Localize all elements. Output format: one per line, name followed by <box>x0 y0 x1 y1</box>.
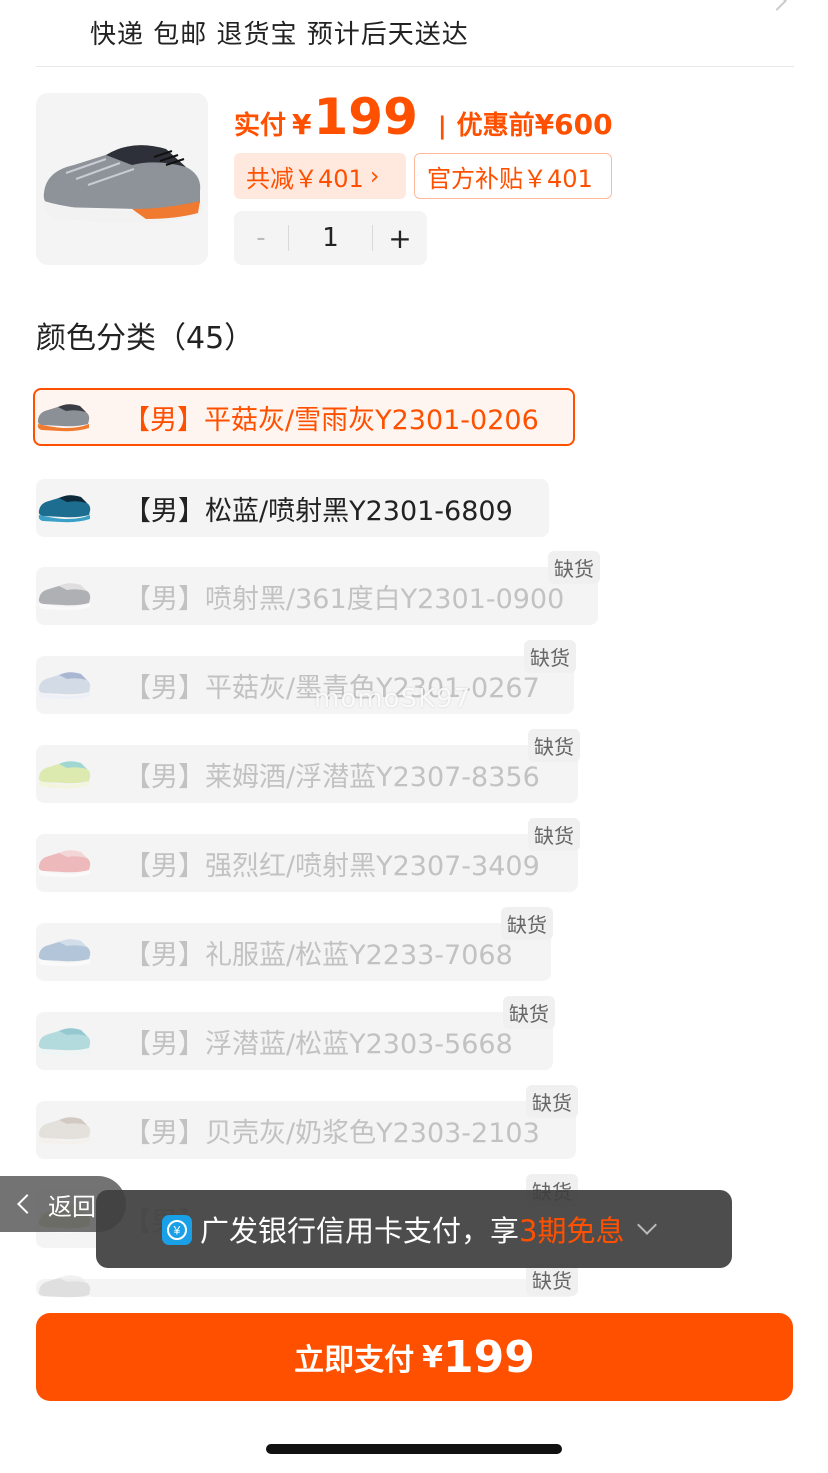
price-separator: | <box>437 112 447 140</box>
discount-tag[interactable]: 共减￥401 › <box>234 153 406 199</box>
divider <box>36 66 794 67</box>
shoe-thumbnail-icon <box>36 656 92 714</box>
original-price: ¥600 <box>534 108 613 141</box>
out-of-stock-badge: 缺货 <box>526 1085 578 1118</box>
color-option[interactable]: 缺货 <box>36 1263 578 1303</box>
price-currency: ¥ <box>292 108 312 141</box>
bank-card-icon: ¥ <box>162 1215 192 1245</box>
product-image[interactable] <box>36 93 208 265</box>
pay-currency: ¥ <box>422 1339 443 1375</box>
color-option-label: 【男】强烈红/喷射黑Y2307-3409 <box>124 850 540 882</box>
color-option[interactable]: 【男】贝壳灰/奶浆色Y2303-2103 缺货 <box>36 1085 578 1159</box>
color-option[interactable]: 【男】平菇灰/墨青色Y2301-0267 缺货 <box>36 640 576 714</box>
chevron-right-icon <box>767 0 787 11</box>
color-option[interactable]: 【男】喷射黑/361度白Y2301-0900 缺货 <box>36 551 600 625</box>
out-of-stock-badge: 缺货 <box>503 996 555 1029</box>
pay-now-button[interactable]: 立即支付 ¥ 199 <box>36 1313 793 1401</box>
out-of-stock-badge: 缺货 <box>501 907 553 940</box>
svg-text:¥: ¥ <box>173 1224 181 1238</box>
shoe-thumbnail-icon <box>36 479 92 537</box>
delivery-info: 快递 包邮 退货宝 预计后天送达 <box>90 20 469 50</box>
out-of-stock-badge: 缺货 <box>528 818 580 851</box>
color-option[interactable]: 【男】松蓝/喷射黑Y2301-6809 <box>36 479 549 537</box>
quantity-value[interactable]: 1 <box>289 223 372 253</box>
chevron-right-icon: › <box>369 162 380 190</box>
shoe-thumbnail-icon <box>36 1012 92 1070</box>
discount-tag-label: 共减￥401 <box>246 164 364 193</box>
subsidy-tag: 官方补贴￥401 <box>414 153 612 199</box>
shoe-thumbnail-icon <box>36 567 92 625</box>
home-indicator <box>266 1444 562 1454</box>
shoe-thumbnail-icon <box>35 390 91 444</box>
section-title: 颜色分类（45） <box>36 321 255 356</box>
shoe-thumbnail-icon <box>36 923 92 981</box>
shoe-thumbnail-icon <box>36 1101 92 1159</box>
color-option-label: 【男】松蓝/喷射黑Y2301-6809 <box>124 495 513 527</box>
out-of-stock-badge: 缺货 <box>528 729 580 762</box>
color-option-label: 【男】贝壳灰/奶浆色Y2303-2103 <box>124 1117 540 1149</box>
original-price-label: 优惠前 <box>456 111 535 141</box>
quantity-stepper: - 1 + <box>234 211 427 265</box>
out-of-stock-badge: 缺货 <box>524 640 576 673</box>
color-option[interactable]: 【男】平菇灰/雪雨灰Y2301-0206 <box>33 388 575 446</box>
payment-promo-banner[interactable]: ¥ 广发银行信用卡支付，享3期免息 <box>96 1190 732 1268</box>
shoe-thumbnail-icon <box>36 834 92 892</box>
color-option-label: 【男】礼服蓝/松蓝Y2233-7068 <box>124 939 513 971</box>
color-option[interactable]: 【男】浮潜蓝/松蓝Y2303-5668 缺货 <box>36 996 555 1070</box>
color-option[interactable]: 【男】莱姆酒/浮潜蓝Y2307-8356 缺货 <box>36 729 580 803</box>
promo-text: 广发银行信用卡支付，享3期免息 <box>200 1208 624 1250</box>
color-option[interactable]: 【男】礼服蓝/松蓝Y2233-7068 缺货 <box>36 907 553 981</box>
color-option-label: 【男】喷射黑/361度白Y2301-0900 <box>124 583 565 615</box>
watermark: momoSK97 <box>314 684 472 714</box>
chevron-left-icon <box>17 1194 37 1214</box>
promo-main-text: 广发银行信用卡支付，享 <box>200 1214 520 1248</box>
color-option-label: 【男】平菇灰/雪雨灰Y2301-0206 <box>123 404 539 436</box>
chevron-down-icon <box>637 1215 658 1235</box>
increase-button[interactable]: + <box>373 222 427 255</box>
price-line: 实付 ¥ 199 | 优惠前 ¥600 <box>234 88 613 148</box>
color-option[interactable]: 【男】强烈红/喷射黑Y2307-3409 缺货 <box>36 818 580 892</box>
shoe-thumbnail-icon <box>36 745 92 803</box>
out-of-stock-badge: 缺货 <box>548 551 600 584</box>
shoe-thumbnail-icon <box>36 1259 92 1317</box>
pay-label: 立即支付 <box>294 1343 415 1378</box>
pay-amount: 199 <box>443 1331 535 1383</box>
subsidy-tag-label: 官方补贴￥401 <box>427 164 593 193</box>
back-label: 返回 <box>48 1192 96 1221</box>
color-option-label: 【男】莱姆酒/浮潜蓝Y2307-8356 <box>124 761 540 793</box>
shoe-image-icon <box>43 145 202 224</box>
price-amount: 199 <box>313 88 418 146</box>
decrease-button[interactable]: - <box>234 223 288 253</box>
color-option-label: 【男】浮潜蓝/松蓝Y2303-5668 <box>124 1028 513 1060</box>
price-label: 实付 <box>234 111 287 141</box>
promo-highlight: 3期免息 <box>519 1214 625 1248</box>
delivery-row[interactable]: 快递 包邮 退货宝 预计后天送达 <box>0 0 828 66</box>
